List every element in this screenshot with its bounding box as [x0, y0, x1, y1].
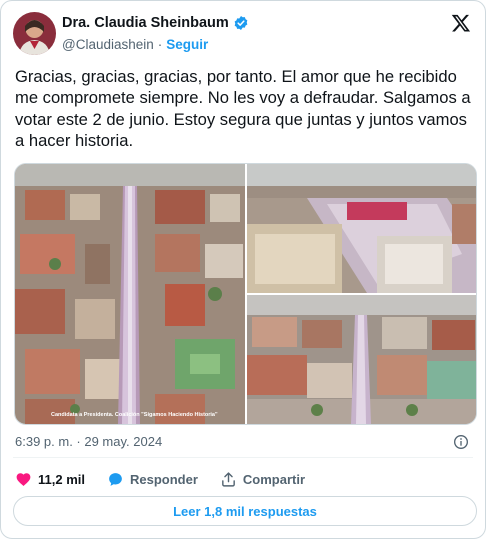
share-label: Compartir — [242, 471, 306, 487]
photo-aerial-avenue[interactable]: Candidata a Presidenta. Coalición "Sigam… — [15, 164, 245, 424]
photo-zocalo-crowd[interactable] — [247, 164, 476, 293]
like-count: 11,2 mil — [38, 471, 85, 487]
verified-badge-icon — [234, 16, 248, 30]
heart-icon — [16, 472, 31, 486]
photo-street-crowd[interactable] — [247, 295, 476, 424]
tweet-text: Gracias, gracias, gracias, por tanto. El… — [15, 67, 471, 150]
action-bar: 11,2 mil Responder Compartir — [15, 470, 327, 488]
avatar[interactable] — [13, 12, 56, 55]
image-caption: Candidata a Presidenta. Coalición "Sigam… — [51, 412, 218, 418]
divider — [13, 457, 473, 458]
follow-link[interactable]: Seguir — [166, 37, 208, 52]
like-button[interactable]: 11,2 mil — [15, 471, 85, 488]
info-icon[interactable] — [453, 434, 469, 450]
reply-icon — [109, 472, 122, 486]
reply-button[interactable]: Responder — [107, 471, 198, 488]
author-handle[interactable]: @Claudiashein — [62, 37, 154, 52]
tweet-card[interactable]: Dra. Claudia Sheinbaum @Claudiashein · S… — [0, 0, 486, 539]
tweet-timestamp[interactable]: 6:39 p. m. · 29 may. 2024 — [15, 434, 162, 449]
handle-row: @Claudiashein · Seguir — [62, 37, 208, 52]
author-name[interactable]: Dra. Claudia Sheinbaum — [62, 15, 229, 31]
media-grid[interactable]: Candidata a Presidenta. Coalición "Sigam… — [14, 163, 477, 425]
read-replies-button[interactable]: Leer 1,8 mil respuestas — [13, 496, 477, 526]
author-name-row[interactable]: Dra. Claudia Sheinbaum — [62, 15, 249, 31]
separator-dot: · — [157, 37, 163, 52]
share-icon — [222, 471, 235, 487]
share-button[interactable]: Compartir — [220, 471, 305, 488]
x-logo-icon[interactable] — [451, 13, 471, 33]
reply-label: Responder — [129, 471, 198, 487]
